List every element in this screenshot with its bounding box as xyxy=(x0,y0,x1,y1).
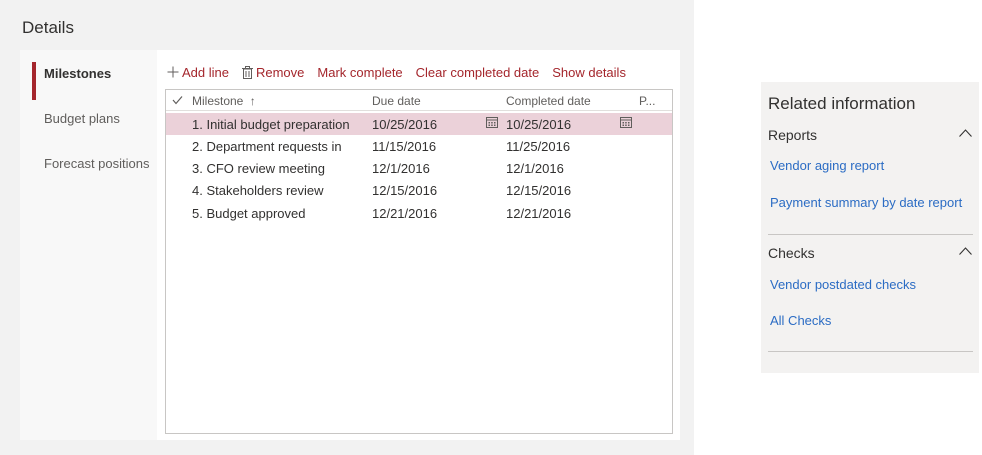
add-line-button[interactable]: Add line xyxy=(167,65,229,80)
tab-label: Budget plans xyxy=(44,111,120,126)
milestone-cell: 2. Department requests in xyxy=(192,139,342,154)
tab-label: Forecast positions xyxy=(44,156,150,171)
calendar-icon[interactable] xyxy=(620,117,632,128)
completed-date-cell: 10/25/2016 xyxy=(506,117,572,132)
tab-label: Milestones xyxy=(44,66,112,81)
due-date-cell: 12/1/2016 xyxy=(372,161,430,176)
link-vendor-postdated-checks[interactable]: Vendor postdated checks xyxy=(770,277,916,292)
table-row[interactable]: 5. Budget approved 12/21/2016 12/21/2016 xyxy=(166,202,672,224)
mark-complete-button[interactable]: Mark complete xyxy=(317,65,402,80)
completed-date-cell: 12/21/2016 xyxy=(506,206,572,221)
milestone-cell: 1. Initial budget preparation xyxy=(192,117,350,132)
column-header-completed-date[interactable]: Completed date xyxy=(506,94,591,108)
add-line-label: Add line xyxy=(182,64,229,80)
column-header-milestone[interactable]: Milestone ↑ xyxy=(192,94,256,108)
milestone-cell: 3. CFO review meeting xyxy=(192,161,325,176)
sort-ascending-icon: ↑ xyxy=(249,94,256,108)
milestones-grid: Milestone ↑ Due date Completed date P...… xyxy=(165,89,673,434)
column-header-due-date[interactable]: Due date xyxy=(372,94,421,108)
milestone-cell: 4. Stakeholders review xyxy=(192,183,324,198)
show-details-button[interactable]: Show details xyxy=(552,65,626,80)
grid-header: Milestone ↑ Due date Completed date P... xyxy=(166,90,672,111)
due-date-cell: 12/21/2016 xyxy=(372,206,438,221)
tab-forecast-positions[interactable]: Forecast positions xyxy=(20,149,156,179)
table-row[interactable]: 2. Department requests in 11/15/2016 11/… xyxy=(166,135,672,157)
related-information-pane: Related information Reports Vendor aging… xyxy=(761,82,979,373)
details-title: Details xyxy=(22,18,74,37)
completed-date-cell: 12/15/2016 xyxy=(506,183,572,198)
calendar-icon[interactable] xyxy=(486,117,498,128)
section-header-reports[interactable]: Reports xyxy=(768,127,972,143)
chevron-up-icon[interactable] xyxy=(959,129,972,137)
related-information-title: Related information xyxy=(768,94,916,113)
details-area: Details Milestones Budget plans Forecast… xyxy=(0,0,694,455)
action-toolbar: Add line Remove Mark complete Clear comp… xyxy=(167,62,639,82)
milestones-content: Add line Remove Mark complete Clear comp… xyxy=(157,50,680,440)
remove-button[interactable]: Remove xyxy=(241,64,305,80)
table-row[interactable]: 3. CFO review meeting 12/1/2016 12/1/201… xyxy=(166,157,672,179)
due-date-cell: 11/15/2016 xyxy=(372,139,437,154)
clear-completed-date-button[interactable]: Clear completed date xyxy=(416,65,540,80)
plus-icon xyxy=(167,66,179,78)
link-payment-summary-by-date-report[interactable]: Payment summary by date report xyxy=(770,195,962,210)
link-all-checks[interactable]: All Checks xyxy=(770,313,831,328)
column-header-truncated[interactable]: P... xyxy=(639,94,655,108)
completed-date-cell: 11/25/2016 xyxy=(506,139,571,154)
table-row[interactable]: 1. Initial budget preparation 10/25/2016… xyxy=(166,113,672,135)
tab-budget-plans[interactable]: Budget plans xyxy=(20,104,156,134)
section-divider xyxy=(768,351,973,352)
due-date-cell: 10/25/2016 xyxy=(372,117,438,132)
link-vendor-aging-report[interactable]: Vendor aging report xyxy=(770,158,884,173)
milestone-cell: 5. Budget approved xyxy=(192,206,306,221)
check-all-icon[interactable] xyxy=(172,95,183,105)
tab-milestones[interactable]: Milestones xyxy=(20,59,156,100)
completed-date-cell: 12/1/2016 xyxy=(506,161,564,176)
chevron-up-icon[interactable] xyxy=(959,247,972,255)
active-tab-indicator xyxy=(32,62,36,100)
vertical-tabs: Milestones Budget plans Forecast positio… xyxy=(20,50,156,440)
table-row[interactable]: 4. Stakeholders review 12/15/2016 12/15/… xyxy=(166,179,672,201)
section-divider xyxy=(768,234,973,235)
section-header-checks[interactable]: Checks xyxy=(768,245,972,261)
trash-icon xyxy=(241,65,253,79)
remove-label: Remove xyxy=(255,64,305,80)
due-date-cell: 12/15/2016 xyxy=(372,183,438,198)
